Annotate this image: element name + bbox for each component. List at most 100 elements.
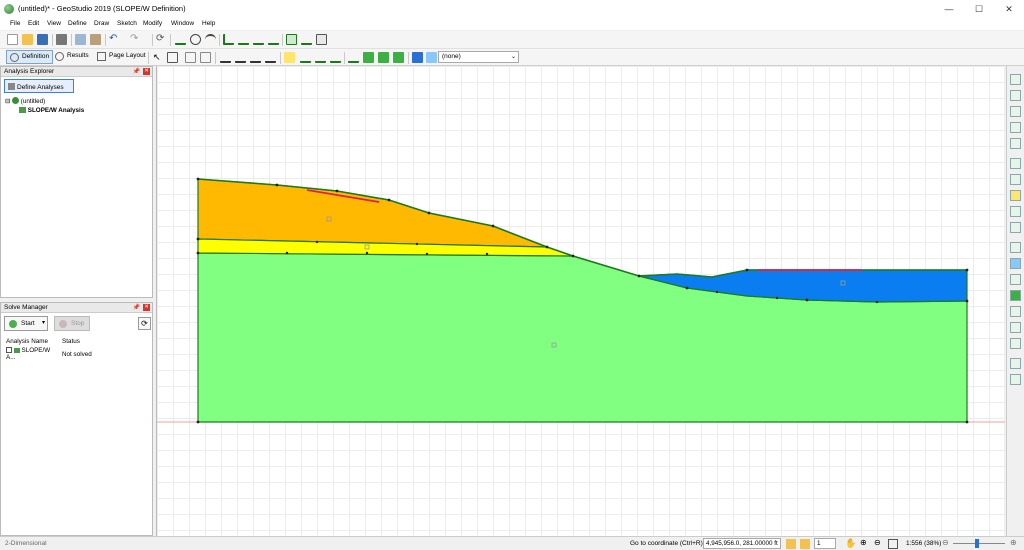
grid-icon[interactable] [1010, 158, 1021, 169]
menu-draw[interactable]: Draw [94, 20, 109, 27]
tag-icon[interactable] [265, 52, 276, 63]
sketch-circle-icon[interactable] [190, 34, 201, 45]
zoom-decrease-icon[interactable]: ⊖ [942, 538, 949, 547]
tree-expand-icon[interactable]: ⊟ [5, 98, 10, 105]
slope-model[interactable] [157, 66, 1005, 536]
measure-icon[interactable] [250, 52, 261, 63]
zoom-increase-icon[interactable]: ⊕ [1010, 538, 1017, 547]
draw-pencil-icon[interactable] [235, 52, 246, 63]
draw-pressure-icon[interactable] [330, 52, 341, 63]
save-icon[interactable] [37, 34, 48, 45]
draw-dimension-icon[interactable] [220, 52, 231, 63]
slip-radius-icon[interactable] [378, 52, 389, 63]
start-dropdown-icon[interactable]: ▾ [42, 316, 50, 331]
draw-lines-icon[interactable] [253, 34, 264, 45]
zoom-slider-track[interactable] [953, 543, 1005, 544]
close-icon[interactable]: ✕ [143, 304, 150, 311]
goto-coordinate-input[interactable]: 4,945,956.0, 281.00000 ft [703, 538, 781, 549]
boundary-conditions-icon[interactable] [1010, 222, 1021, 233]
axes-icon[interactable] [223, 34, 234, 45]
pan-icon[interactable]: ✋ [845, 538, 856, 549]
define-analyses-button[interactable]: Define Analyses [4, 79, 74, 93]
slip-grid-icon[interactable] [1010, 290, 1021, 301]
close-button[interactable]: ✕ [994, 0, 1024, 18]
definition-mode-button[interactable]: Definition [6, 50, 54, 64]
refresh-icon[interactable]: ⟳ [138, 317, 151, 330]
materials-icon[interactable] [286, 34, 297, 45]
pin-icon[interactable]: 📌 [133, 68, 140, 75]
stop-button[interactable]: Stop [54, 316, 90, 331]
view-preferences-icon[interactable] [1010, 74, 1021, 85]
tree-item-slope-analysis[interactable]: SLOPE/W Analysis [19, 107, 84, 114]
text-label-icon[interactable] [284, 52, 295, 63]
materials-icon[interactable] [1010, 190, 1021, 201]
close-icon[interactable]: ✕ [143, 68, 150, 75]
sketch-arc-icon[interactable] [205, 34, 216, 45]
snap-grid-icon[interactable] [786, 539, 796, 549]
draw-anchor-icon[interactable] [315, 52, 326, 63]
menu-define[interactable]: Define [68, 20, 87, 27]
zoom-in-icon[interactable]: ⊕ [860, 538, 867, 547]
copy-icon[interactable] [75, 34, 86, 45]
menu-help[interactable]: Help [202, 20, 215, 27]
mesh-icon[interactable] [1010, 174, 1021, 185]
view-layers-icon[interactable] [185, 52, 196, 63]
checkbox[interactable] [6, 347, 12, 353]
redo-icon[interactable]: ↷ [130, 34, 141, 45]
dropdown-tool-icon[interactable] [316, 34, 327, 45]
slip-entry-exit-icon[interactable] [1010, 306, 1021, 317]
draw-points-icon[interactable] [1010, 106, 1021, 117]
drawing-canvas[interactable] [156, 66, 1005, 536]
view-properties-icon[interactable] [200, 52, 211, 63]
zoom-slider-thumb[interactable] [975, 539, 979, 548]
draw-regions-icon[interactable] [268, 34, 279, 45]
property-select[interactable]: (none) ⌄ [438, 51, 519, 63]
maximize-button[interactable]: ☐ [964, 0, 994, 18]
assign-material-icon[interactable] [1010, 206, 1021, 217]
slip-surface-icon[interactable] [301, 34, 312, 45]
region-top[interactable] [197, 178, 548, 248]
snap-point-icon[interactable] [800, 539, 810, 549]
open-folder-icon[interactable] [22, 34, 33, 45]
pointer-icon[interactable]: ↖ [153, 52, 164, 63]
tension-crack-icon[interactable] [426, 52, 437, 63]
draw-region-icon[interactable] [1010, 90, 1021, 101]
slip-block-icon[interactable] [1010, 322, 1021, 333]
menu-file[interactable]: File [10, 20, 20, 27]
menu-window[interactable]: Window [171, 20, 194, 27]
table-row[interactable]: SLOPE/W A... Not solved [4, 346, 94, 362]
reinforcement-icon[interactable] [1010, 338, 1021, 349]
print-icon[interactable] [56, 34, 67, 45]
piezometric-line-icon[interactable] [412, 52, 423, 63]
spin-input[interactable]: 1 [814, 538, 836, 549]
water-table-icon[interactable] [1010, 258, 1021, 269]
page-layout-button[interactable]: Page Layout [94, 50, 149, 64]
pin-icon[interactable]: 📌 [133, 304, 140, 311]
zoom-fit-icon[interactable] [888, 539, 898, 549]
slip-block-icon[interactable] [393, 52, 404, 63]
slip-surface-icon[interactable] [1010, 138, 1021, 149]
menu-view[interactable]: View [47, 20, 61, 27]
pore-pressure-icon[interactable] [1010, 274, 1021, 285]
menu-edit[interactable]: Edit [28, 20, 39, 27]
zoom-region-icon[interactable] [167, 52, 178, 63]
piezometric-line-icon[interactable] [1010, 242, 1021, 253]
point-load-icon[interactable] [1010, 358, 1021, 369]
surface-load-icon[interactable] [1010, 374, 1021, 385]
sketch-line-icon[interactable] [175, 34, 186, 45]
slip-grid-icon[interactable] [363, 52, 374, 63]
refresh-icon[interactable]: ⟳ [156, 34, 167, 45]
axis-icon[interactable] [1010, 122, 1021, 133]
menu-sketch[interactable]: Sketch [117, 20, 137, 27]
tree-root[interactable]: ⊟ (untitled) [5, 97, 45, 105]
undo-icon[interactable]: ↶ [109, 34, 120, 45]
menu-modify[interactable]: Modify [143, 20, 162, 27]
draw-boundary-icon[interactable] [300, 52, 311, 63]
draw-points-icon[interactable] [238, 34, 249, 45]
minimize-button[interactable]: — [934, 0, 964, 18]
slip-entry-icon[interactable] [348, 52, 359, 63]
new-file-icon[interactable] [7, 34, 18, 45]
results-mode-button[interactable]: Results [52, 50, 92, 64]
paste-icon[interactable] [90, 34, 101, 45]
zoom-out-icon[interactable]: ⊖ [874, 538, 881, 547]
